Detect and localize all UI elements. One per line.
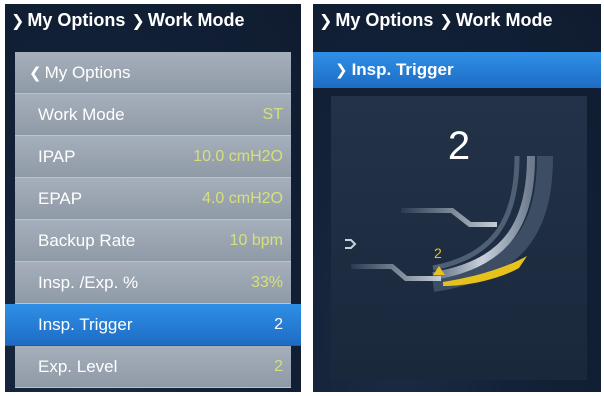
chevron-right-icon: ❯ <box>335 62 348 79</box>
row-label: Work Mode <box>38 104 125 124</box>
marker-label: 2 <box>434 245 442 261</box>
row-value: 4.0 cmH2O <box>202 189 283 207</box>
breadcrumb-item: Work Mode <box>147 10 245 30</box>
row-value: ST <box>262 105 283 123</box>
trigger-arc-diagram <box>345 155 553 292</box>
row-label: Insp. Trigger <box>38 314 133 334</box>
menu-row-epap[interactable]: EPAP 4.0 cmH2O <box>15 178 291 220</box>
upper-bar <box>401 208 497 227</box>
lower-bar <box>351 264 441 281</box>
menu-row-insp-trigger[interactable]: Insp. Trigger 2 <box>5 304 301 346</box>
row-value: 2 <box>274 357 283 375</box>
breadcrumb: ❯ My Options ❯ Work Mode <box>313 4 601 36</box>
chevron-right-icon: ❯ <box>11 13 25 30</box>
row-label: EPAP <box>38 188 83 208</box>
breadcrumb-item: My Options <box>27 10 126 30</box>
breath-input-icon <box>345 239 357 249</box>
row-value: 2 <box>274 315 283 333</box>
left-screen: ❯ My Options ❯ Work Mode ❮ My Options Work M… <box>5 4 301 392</box>
menu-row-insp-exp[interactable]: Insp. /Exp. % 33% <box>15 262 291 304</box>
breadcrumb-item: Work Mode <box>455 10 553 30</box>
selected-setting-header[interactable]: ❯ Insp. Trigger <box>313 52 601 88</box>
breadcrumb: ❯ My Options ❯ Work Mode <box>5 4 301 36</box>
chevron-left-icon: ❮ <box>29 64 42 82</box>
row-label: Exp. Level <box>38 356 118 376</box>
row-value: 10 bpm <box>229 231 283 249</box>
breadcrumb-item: My Options <box>335 10 434 30</box>
row-label: IPAP <box>38 146 76 166</box>
row-label: Backup Rate <box>38 230 136 250</box>
chevron-right-icon: ❯ <box>319 13 333 30</box>
chevron-right-icon: ❯ <box>439 13 453 30</box>
row-value: 33% <box>250 273 283 291</box>
menu-row-ipap[interactable]: IPAP 10.0 cmH2O <box>15 136 291 178</box>
back-label: My Options <box>44 62 131 82</box>
row-value: 10.0 cmH2O <box>193 147 283 165</box>
right-screen: ❯ My Options ❯ Work Mode ❯ Insp. Trigger 2 <box>313 4 601 392</box>
menu-row-work-mode[interactable]: Work Mode ST <box>15 94 291 136</box>
trigger-panel: 2 2 <box>331 96 587 380</box>
row-label: Insp. /Exp. % <box>38 272 139 292</box>
selected-setting-label: Insp. Trigger <box>351 60 454 79</box>
options-menu: ❮ My Options Work Mode ST IPAP 10.0 cmH2O… <box>5 52 301 388</box>
chevron-right-icon: ❯ <box>131 13 145 30</box>
menu-row-backup-rate[interactable]: Backup Rate 10 bpm <box>15 220 291 262</box>
back-button[interactable]: ❮ My Options <box>15 52 291 94</box>
menu-row-exp-level[interactable]: Exp. Level 2 <box>15 346 291 388</box>
